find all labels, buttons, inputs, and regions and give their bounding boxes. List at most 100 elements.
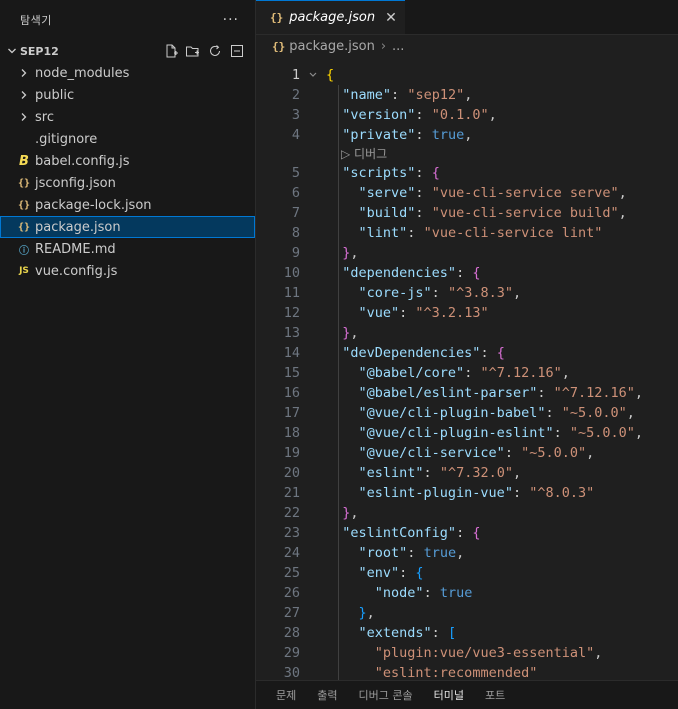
code-token: : xyxy=(512,485,530,501)
code-line: 12 "vue": "^3.2.13" xyxy=(256,303,678,323)
gutter xyxy=(300,423,326,443)
workspace-folder-header[interactable]: SEP12 xyxy=(0,40,255,62)
code-token: "~5.0.0" xyxy=(569,425,635,441)
tree-item[interactable]: {} jsconfig.json xyxy=(0,172,255,194)
line-number: 16 xyxy=(283,385,300,401)
panel-tab[interactable]: 디버그 콘솔 xyxy=(359,687,413,703)
code-token: "@babel/eslint-parser" xyxy=(358,385,538,401)
code-token: : xyxy=(545,405,562,421)
gutter xyxy=(300,663,326,680)
code-token: "^7.12.16" xyxy=(480,365,562,381)
folder-actions xyxy=(163,40,245,62)
code-token: : xyxy=(415,165,432,181)
panel-tab[interactable]: 포트 xyxy=(485,687,505,703)
debug-codelens[interactable]: ▷ 디버그 xyxy=(341,145,387,163)
tab-package-json[interactable]: {} package.json ✕ xyxy=(256,0,405,34)
code-line: 15 "@babel/core": "^7.12.16", xyxy=(256,363,678,383)
code-content: "serve": "vue-cli-service serve", xyxy=(326,183,627,203)
panel-tab[interactable]: 출력 xyxy=(317,687,337,703)
code-line: 22 }, xyxy=(256,503,678,523)
gutter xyxy=(300,623,326,643)
new-file-icon[interactable] xyxy=(163,43,179,59)
code-token: { xyxy=(326,67,335,83)
more-actions-icon[interactable]: ··· xyxy=(223,12,239,28)
breadcrumb-symbol[interactable]: ... xyxy=(392,39,404,54)
code-token: "@vue/cli-service" xyxy=(358,445,505,461)
tree-item-label: README.md xyxy=(35,241,116,257)
code-token: "vue" xyxy=(358,305,400,321)
code-token: "scripts" xyxy=(342,165,416,181)
code-token: , xyxy=(464,127,473,143)
gutter xyxy=(300,303,326,323)
info-icon: ⓘ xyxy=(19,245,29,257)
line-number: 17 xyxy=(283,405,300,421)
tree-item[interactable]: src xyxy=(0,106,255,128)
code-token: : xyxy=(415,107,432,123)
code-content: "@vue/cli-plugin-babel": "~5.0.0", xyxy=(326,403,635,423)
code-token: "@vue/cli-plugin-babel" xyxy=(358,405,546,421)
code-token: "@babel/core" xyxy=(358,365,465,381)
code-line: 20 "eslint": "^7.32.0", xyxy=(256,463,678,483)
code-token: : xyxy=(537,385,554,401)
tree-item[interactable]: Bbabel.config.js xyxy=(0,150,255,172)
breadcrumb-file[interactable]: package.json xyxy=(289,39,375,54)
line-number: 18 xyxy=(283,425,300,441)
code-token: , xyxy=(512,285,522,301)
gutter xyxy=(300,543,326,563)
code-token: : xyxy=(415,127,432,143)
tree-item[interactable]: {} package-lock.json xyxy=(0,194,255,216)
code-token: : xyxy=(456,525,473,541)
collapse-all-icon[interactable] xyxy=(229,43,245,59)
close-icon[interactable]: ✕ xyxy=(385,10,397,26)
panel-tab[interactable]: 문제 xyxy=(276,687,296,703)
code-editor[interactable]: 1{2 "name": "sep12", 3 "version": "0.1.0"… xyxy=(256,65,678,680)
gutter xyxy=(300,603,326,623)
tree-item[interactable]: .gitignore xyxy=(0,128,255,150)
code-line: 8 "lint": "vue-cli-service lint" xyxy=(256,223,678,243)
code-content: "plugin:vue/vue3-essential", xyxy=(326,643,603,663)
gutter xyxy=(300,65,326,85)
code-token: , xyxy=(350,325,359,341)
gutter xyxy=(300,403,326,423)
gutter xyxy=(300,583,326,603)
file-icon xyxy=(16,131,32,147)
code-content: "lint": "vue-cli-service lint" xyxy=(326,223,603,243)
code-content: "root": true, xyxy=(326,543,465,563)
chevron-right-icon xyxy=(16,109,32,125)
editor-tab-bar: {} package.json ✕ xyxy=(256,0,678,35)
tree-item-label: babel.config.js xyxy=(35,153,130,169)
tree-item[interactable]: public xyxy=(0,84,255,106)
panel-tab[interactable]: 터미널 xyxy=(434,687,464,703)
code-token: : xyxy=(399,565,416,581)
refresh-icon[interactable] xyxy=(207,43,223,59)
tree-item[interactable]: JS vue.config.js xyxy=(0,260,255,282)
workspace-folder-name: SEP12 xyxy=(20,44,59,58)
tree-item-label: jsconfig.json xyxy=(35,175,116,191)
tree-item[interactable]: node_modules xyxy=(0,62,255,84)
code-token: "eslintConfig" xyxy=(342,525,457,541)
new-folder-icon[interactable] xyxy=(185,43,201,59)
code-content: "private": true, xyxy=(326,125,472,145)
gutter xyxy=(300,383,326,403)
tree-item[interactable]: {} package.json xyxy=(0,216,255,238)
code-content: "@babel/core": "^7.12.16", xyxy=(326,363,570,383)
gutter xyxy=(300,463,326,483)
code-token: "serve" xyxy=(358,185,416,201)
gutter xyxy=(300,443,326,463)
code-token: } xyxy=(358,605,367,621)
line-number: 20 xyxy=(283,465,300,481)
code-token: : xyxy=(464,365,481,381)
js-icon: JS xyxy=(19,266,29,276)
code-token: , xyxy=(618,205,627,221)
tree-item[interactable]: ⓘ README.md xyxy=(0,238,255,260)
line-number: 11 xyxy=(283,285,300,301)
line-number: 7 xyxy=(291,205,300,221)
code-token: : xyxy=(407,545,424,561)
